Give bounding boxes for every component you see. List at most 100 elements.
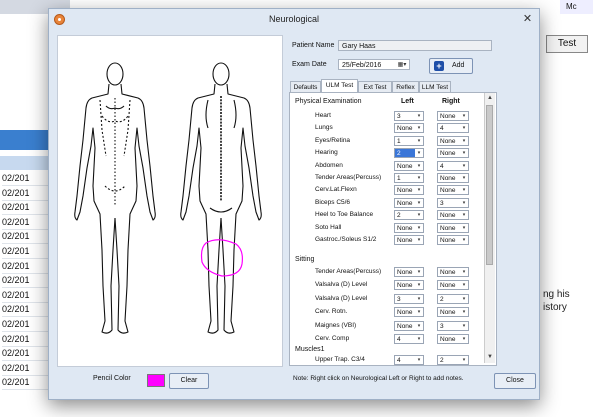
- clear-button[interactable]: Clear: [169, 373, 209, 389]
- background-date-row[interactable]: 02/201: [2, 317, 54, 332]
- background-date-row[interactable]: 02/201: [2, 229, 54, 245]
- chevron-down-icon: ▾: [415, 294, 423, 303]
- left-value-dropdown-value: 3: [397, 295, 401, 303]
- right-value-dropdown[interactable]: 2 ▾: [437, 293, 469, 304]
- background-date-row[interactable]: 02/201: [2, 302, 54, 318]
- chevron-down-icon: ▾: [460, 308, 468, 317]
- front-body-figure: [74, 62, 156, 334]
- right-value-dropdown-value: 4: [440, 162, 444, 170]
- plus-icon: +: [434, 61, 444, 71]
- background-date-row[interactable]: 02/201: [2, 244, 54, 259]
- exam-row-label: Cerv.Lat.Flexn: [315, 186, 357, 194]
- right-value-dropdown[interactable]: 4 ▾: [437, 123, 469, 134]
- left-value-dropdown[interactable]: None ▾: [394, 160, 424, 171]
- scroll-thumb[interactable]: [486, 105, 493, 265]
- background-test-tab[interactable]: Test: [546, 35, 588, 53]
- left-value-dropdown[interactable]: None ▾: [394, 123, 424, 134]
- background-date-row[interactable]: 02/201: [2, 259, 54, 274]
- left-value-dropdown[interactable]: 3 ▾: [394, 293, 424, 304]
- add-button[interactable]: + Add: [429, 58, 473, 74]
- right-value-dropdown[interactable]: None ▾: [437, 334, 469, 344]
- scroll-down-icon[interactable]: ▼: [485, 353, 495, 362]
- right-value-dropdown[interactable]: None ▾: [437, 235, 469, 245]
- tab-ulm-test[interactable]: ULM Test: [321, 79, 358, 92]
- background-date-row[interactable]: 02/201: [2, 171, 54, 186]
- background-date-row[interactable]: 02/201: [2, 186, 54, 201]
- right-value-dropdown[interactable]: None ▾: [437, 148, 469, 159]
- chevron-down-icon: ▾: [460, 124, 468, 133]
- right-value-dropdown[interactable]: None ▾: [437, 267, 469, 277]
- exam-date-field[interactable]: 25/Feb/2016 ▦▾: [338, 59, 410, 70]
- exam-row-label: Heart: [315, 112, 331, 119]
- right-value-dropdown[interactable]: None ▾: [437, 307, 469, 318]
- right-value-dropdown[interactable]: None ▾: [437, 185, 469, 196]
- right-value-dropdown[interactable]: 2 ▾: [437, 355, 469, 365]
- left-value-dropdown[interactable]: 1 ▾: [394, 135, 424, 146]
- left-value-dropdown[interactable]: 4 ▾: [394, 334, 424, 344]
- left-value-dropdown[interactable]: None ▾: [394, 307, 424, 318]
- tab-defaults[interactable]: Defaults: [290, 81, 321, 92]
- exam-row-label: Soto Hall: [315, 223, 342, 231]
- calendar-dropdown-icon[interactable]: ▦▾: [396, 61, 408, 69]
- background-date-row[interactable]: 02/201: [2, 273, 54, 289]
- exam-row-label: Maignes (VBI): [315, 321, 357, 329]
- left-value-dropdown[interactable]: None ▾: [394, 267, 424, 277]
- right-value-dropdown-value: 3: [440, 322, 444, 330]
- right-value-dropdown[interactable]: None ▾: [437, 280, 469, 291]
- left-value-dropdown-value: None: [397, 199, 413, 207]
- right-value-dropdown[interactable]: None ▾: [437, 173, 469, 183]
- left-value-dropdown[interactable]: None ▾: [394, 235, 424, 245]
- left-value-dropdown[interactable]: 4 ▾: [394, 355, 424, 365]
- left-value-dropdown-value: 3: [397, 113, 401, 120]
- left-value-dropdown-value: 2: [397, 150, 401, 158]
- tab-ext-test[interactable]: Ext Test: [358, 81, 392, 92]
- left-value-dropdown-value: 1: [397, 137, 401, 145]
- exam-row-label: Tender Areas(Percuss): [315, 268, 382, 275]
- pencil-color-swatch[interactable]: [147, 374, 165, 387]
- chevron-down-icon: ▾: [415, 321, 423, 330]
- left-value-dropdown[interactable]: None ▾: [394, 320, 424, 331]
- right-value-dropdown[interactable]: None ▾: [437, 135, 469, 146]
- background-date-row[interactable]: 02/201: [2, 332, 54, 347]
- right-value-dropdown[interactable]: 4 ▾: [437, 160, 469, 171]
- right-value-dropdown[interactable]: 3 ▾: [437, 320, 469, 331]
- background-date-row[interactable]: 02/201: [2, 200, 54, 216]
- background-date-row[interactable]: 02/201: [2, 288, 54, 303]
- right-value-dropdown[interactable]: None ▾: [437, 111, 469, 121]
- patient-name-field[interactable]: Gary Haas: [338, 40, 492, 51]
- background-date-row[interactable]: 02/201: [2, 375, 54, 391]
- chevron-down-icon: ▾: [460, 356, 468, 364]
- left-value-dropdown[interactable]: None ▾: [394, 197, 424, 208]
- right-value-dropdown[interactable]: 3 ▾: [437, 197, 469, 208]
- exam-row-label: Tender Areas(Percuss): [315, 174, 382, 181]
- left-value-dropdown-value: 1: [397, 175, 401, 182]
- left-value-dropdown[interactable]: None ▾: [394, 185, 424, 196]
- background-date-row[interactable]: 02/201: [2, 361, 54, 376]
- chevron-down-icon: ▾: [415, 236, 423, 244]
- close-icon[interactable]: ✕: [522, 14, 533, 25]
- section-header: Muscles1: [295, 346, 325, 353]
- left-column-header: Left: [401, 98, 414, 105]
- right-value-dropdown[interactable]: None ▾: [437, 222, 469, 233]
- right-value-dropdown-value: None: [440, 137, 456, 145]
- tab-reflex[interactable]: Reflex: [392, 81, 419, 92]
- left-value-dropdown[interactable]: None ▾: [394, 280, 424, 291]
- background-date-row[interactable]: 02/201: [2, 346, 54, 362]
- scroll-up-icon[interactable]: ▲: [485, 94, 495, 103]
- left-value-dropdown[interactable]: 3 ▾: [394, 111, 424, 121]
- left-value-dropdown[interactable]: 1 ▾: [394, 173, 424, 183]
- right-value-dropdown[interactable]: None ▾: [437, 210, 469, 221]
- exam-row-label: Cerv. Rotn.: [315, 308, 348, 316]
- left-value-dropdown[interactable]: None ▾: [394, 222, 424, 233]
- left-value-dropdown[interactable]: 2 ▾: [394, 210, 424, 221]
- tab-llm-test[interactable]: LLM Test: [419, 81, 451, 92]
- table-scrollbar[interactable]: ▲ ▼: [484, 93, 495, 363]
- exam-row-label: Valsalva (D) Level: [315, 281, 368, 289]
- title-bar[interactable]: Neurological ✕: [49, 9, 539, 31]
- background-date-row[interactable]: 02/201: [2, 215, 54, 230]
- chevron-down-icon: ▾: [415, 186, 423, 195]
- close-button[interactable]: Close: [494, 373, 536, 389]
- chevron-down-icon: ▾: [460, 198, 468, 207]
- left-value-dropdown[interactable]: 2 ▾: [394, 148, 424, 159]
- body-map-canvas[interactable]: [57, 35, 283, 367]
